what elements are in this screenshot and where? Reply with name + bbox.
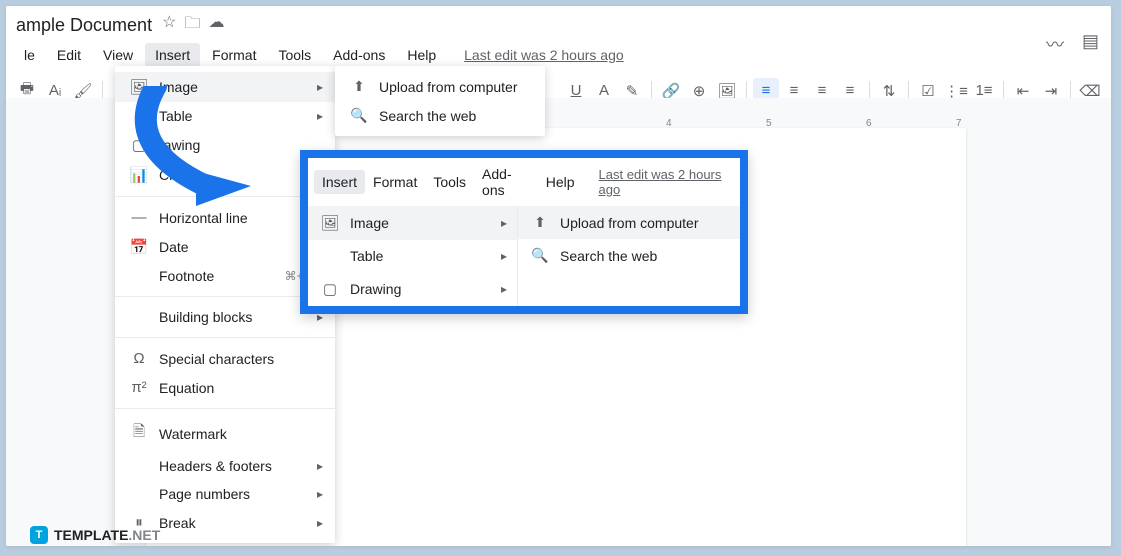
drawing-icon: ▢ [127, 136, 151, 154]
insert-hline-label: Horizontal line [159, 210, 323, 226]
ruler-tick: 7 [956, 118, 962, 129]
callout-dropdown: 🖼 Image ▸ Table ▸ ▢ Drawing ▸ [308, 206, 518, 306]
menu-format[interactable]: Format [202, 43, 266, 67]
insert-special-label: Special characters [159, 351, 323, 367]
search-web-label: Search the web [379, 108, 533, 124]
callout-menu-format[interactable]: Format [365, 170, 425, 194]
insert-image-label: Image [159, 79, 317, 95]
line-icon: — [127, 209, 151, 226]
insert-page-numbers[interactable]: Page numbers ▸ [115, 480, 335, 508]
insert-headers-footers[interactable]: Headers & footers ▸ [115, 452, 335, 480]
insert-break-label: Break [159, 515, 317, 531]
insert-drawing-label: rawing [159, 137, 323, 153]
callout-search-web[interactable]: 🔍 Search the web [518, 239, 740, 272]
omega-icon: Ω [127, 350, 151, 367]
upload-icon: ⬆ [347, 78, 371, 95]
separator [115, 408, 335, 409]
chevron-right-icon: ▸ [317, 487, 323, 501]
callout-menubar: Insert Format Tools Add-ons Help Last ed… [308, 158, 740, 206]
menu-view[interactable]: View [93, 43, 143, 67]
callout-menu-tools[interactable]: Tools [425, 170, 474, 194]
callout-last-edit[interactable]: Last edit was 2 hours ago [599, 167, 734, 197]
callout-insert-drawing[interactable]: ▢ Drawing ▸ [308, 272, 517, 306]
callout-upload-computer[interactable]: ⬆ Upload from computer [518, 206, 740, 239]
watermark-text: TEMPLATE.NET [54, 527, 160, 543]
chevron-right-icon: ▸ [501, 282, 507, 296]
upload-from-computer[interactable]: ⬆ Upload from computer [335, 72, 545, 101]
chevron-right-icon: ▸ [501, 216, 507, 230]
callout-menu-insert[interactable]: Insert [314, 170, 365, 194]
last-edit-link[interactable]: Last edit was 2 hours ago [464, 47, 624, 63]
insert-chart-label: Ch [159, 167, 323, 183]
template-net-watermark: T TEMPLATE.NET [30, 526, 160, 544]
insert-blocks-label: Building blocks [159, 309, 317, 325]
drawing-icon: ▢ [318, 280, 342, 298]
menubar: le Edit View Insert Format Tools Add-ons… [6, 41, 1111, 69]
move-icon[interactable]: 🗀 [184, 12, 200, 39]
callout-insert-table[interactable]: Table ▸ [308, 240, 517, 272]
insert-special-chars[interactable]: Ω Special characters [115, 344, 335, 373]
image-submenu: ⬆ Upload from computer 🔍 Search the web [335, 66, 545, 136]
insert-equation[interactable]: π² Equation [115, 373, 335, 402]
tutorial-callout: Insert Format Tools Add-ons Help Last ed… [300, 150, 748, 314]
menu-edit[interactable]: Edit [47, 43, 91, 67]
watermark-icon: 🗎 [127, 421, 151, 446]
insert-table[interactable]: Table ▸ [115, 102, 335, 130]
chevron-right-icon: ▸ [501, 249, 507, 263]
insert-watermark[interactable]: 🗎 Watermark [115, 415, 335, 452]
upload-icon: ⬆ [528, 214, 552, 231]
callout-menu-help[interactable]: Help [538, 170, 583, 194]
chart-icon: 📊 [127, 166, 151, 184]
callout-submenu: ⬆ Upload from computer 🔍 Search the web [518, 206, 740, 306]
activity-icon[interactable]: 〰 [1046, 31, 1064, 57]
image-icon: 🖼 [127, 78, 151, 96]
header-right-icons: 〰 ▤ [1046, 31, 1099, 57]
search-the-web[interactable]: 🔍 Search the web [335, 101, 545, 130]
search-icon: 🔍 [347, 107, 371, 124]
upload-label: Upload from computer [379, 79, 533, 95]
insert-pagenum-label: Page numbers [159, 486, 317, 502]
chevron-right-icon: ▸ [317, 516, 323, 530]
chevron-right-icon: ▸ [317, 80, 323, 94]
insert-equation-label: Equation [159, 380, 323, 396]
callout-search-label: Search the web [560, 248, 730, 264]
menu-tools[interactable]: Tools [268, 43, 321, 67]
menu-help[interactable]: Help [397, 43, 446, 67]
date-icon: 📅 [127, 238, 151, 256]
cloud-icon[interactable]: ☁ [208, 12, 224, 39]
document-title[interactable]: ample Document [16, 15, 152, 36]
title-icons: ☆ 🗀 ☁ [162, 12, 224, 39]
callout-upload-label: Upload from computer [560, 215, 730, 231]
equation-icon: π² [127, 379, 151, 396]
insert-table-label: Table [159, 108, 317, 124]
callout-body: 🖼 Image ▸ Table ▸ ▢ Drawing ▸ ⬆ [308, 206, 740, 306]
callout-image-label: Image [350, 215, 501, 231]
menu-file[interactable]: le [14, 43, 45, 67]
image-icon: 🖼 [318, 214, 342, 232]
insert-footnote-label: Footnote [159, 268, 285, 284]
insert-image[interactable]: 🖼 Image ▸ [115, 72, 335, 102]
insert-watermark-label: Watermark [159, 426, 323, 442]
titlebar: ample Document ☆ 🗀 ☁ [6, 6, 1111, 41]
app-window: ample Document ☆ 🗀 ☁ le Edit View Insert… [6, 6, 1111, 546]
insert-date-label: Date [159, 239, 323, 255]
menu-insert[interactable]: Insert [145, 43, 200, 67]
ruler-tick: 4 [666, 118, 672, 129]
chevron-right-icon: ▸ [317, 459, 323, 473]
ruler-tick: 5 [766, 118, 772, 129]
star-icon[interactable]: ☆ [162, 12, 176, 39]
logo-icon: T [30, 526, 48, 544]
comment-icon[interactable]: ▤ [1082, 31, 1099, 57]
menu-addons[interactable]: Add-ons [323, 43, 395, 67]
callout-insert-image[interactable]: 🖼 Image ▸ [308, 206, 517, 240]
chevron-right-icon: ▸ [317, 109, 323, 123]
separator [115, 337, 335, 338]
insert-headers-label: Headers & footers [159, 458, 317, 474]
ruler-tick: 6 [866, 118, 872, 129]
callout-table-label: Table [350, 248, 501, 264]
search-icon: 🔍 [528, 247, 552, 264]
callout-drawing-label: Drawing [350, 281, 501, 297]
callout-menu-addons[interactable]: Add-ons [474, 162, 538, 202]
